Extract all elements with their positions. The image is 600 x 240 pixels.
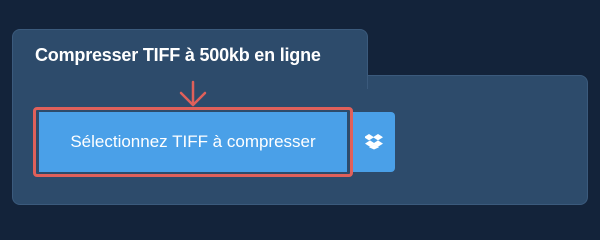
compress-tool: Compresser TIFF à 500kb en ligne Sélecti…: [0, 0, 600, 230]
tab-panel-seam: [13, 74, 367, 78]
dropbox-button[interactable]: [353, 112, 395, 172]
tool-title: Compresser TIFF à 500kb en ligne: [35, 45, 321, 65]
select-file-button[interactable]: Sélectionnez TIFF à compresser: [39, 112, 347, 172]
arrow-down-icon: [179, 80, 207, 107]
dropbox-icon: [365, 134, 383, 150]
